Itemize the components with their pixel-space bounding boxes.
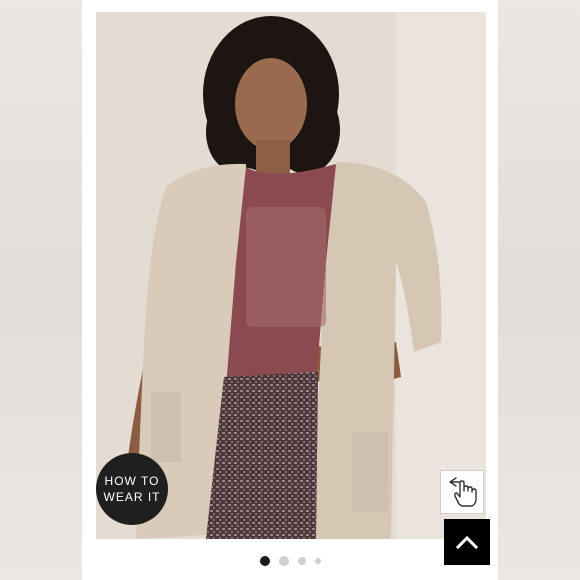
swipe-hint — [440, 470, 484, 514]
pagination-dot-1[interactable] — [259, 556, 270, 566]
pagination-dot-2[interactable] — [278, 556, 289, 566]
image-pagination — [0, 554, 580, 568]
how-to-wear-label-line2: WEAR IT — [103, 490, 161, 504]
how-to-wear-button[interactable]: HOW TO WEAR IT — [96, 453, 168, 525]
how-to-wear-label-line1: HOW TO — [104, 474, 160, 488]
pagination-dot-4[interactable] — [314, 558, 321, 564]
blurred-backdrop-right — [498, 0, 580, 580]
chevron-up-icon — [456, 535, 478, 549]
blurred-backdrop-left — [0, 0, 82, 580]
hand-pointer-swipe-icon — [449, 477, 477, 507]
pagination-dot-3[interactable] — [297, 557, 306, 565]
